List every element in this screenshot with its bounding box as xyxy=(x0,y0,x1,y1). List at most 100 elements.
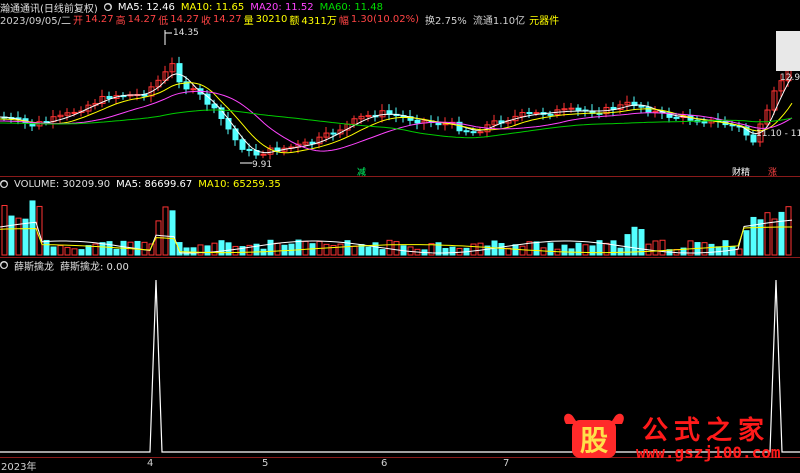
candle-body xyxy=(477,131,484,134)
volume-bar xyxy=(225,242,232,256)
watermark: 股 公式之家 www.gszj100.com xyxy=(560,410,800,462)
volume-bar xyxy=(71,248,78,256)
candle-body xyxy=(463,130,470,133)
volume-bar xyxy=(204,245,211,256)
right-range-label: 11.10 - 11.2 xyxy=(756,129,800,139)
volume-bar xyxy=(757,219,764,256)
volume-chart[interactable] xyxy=(0,191,800,257)
candle-body xyxy=(176,63,183,83)
watermark-url: www.gszj100.com xyxy=(636,443,781,462)
volume-bar xyxy=(561,244,568,256)
axis-tick-4: 4 xyxy=(147,458,154,469)
candle-body xyxy=(470,131,477,134)
limit-up-block xyxy=(776,31,800,71)
volume-bar xyxy=(729,246,736,256)
volume-bar xyxy=(295,239,302,256)
volume-bar xyxy=(337,243,344,256)
volume-bar xyxy=(575,242,582,256)
volume-bar xyxy=(582,244,589,256)
volume-bar xyxy=(603,242,610,256)
axis-tick-7: 7 xyxy=(503,458,510,469)
volume-bar xyxy=(169,210,176,256)
volume-bar xyxy=(22,218,29,256)
candle-body xyxy=(365,114,372,117)
candle-body xyxy=(645,106,652,113)
trough-price-label: 9.91 xyxy=(252,160,273,170)
candle-body xyxy=(330,132,337,135)
volume-bar xyxy=(64,246,71,256)
volume-bar xyxy=(162,206,169,256)
mascot-glyph: 股 xyxy=(580,424,608,457)
volume-bar xyxy=(386,239,393,256)
candlestick-chart[interactable] xyxy=(0,25,800,175)
volume-bar xyxy=(519,245,526,256)
change-value: 1.30(10.02%) xyxy=(350,13,420,25)
candle-body xyxy=(246,148,253,152)
volume-bar xyxy=(785,206,792,256)
candle-body xyxy=(435,122,442,126)
candle-body xyxy=(575,107,582,111)
candle-body xyxy=(673,116,680,119)
candle-body xyxy=(568,107,575,110)
ma10-line xyxy=(0,82,793,154)
volume-bar xyxy=(232,245,239,256)
volume-ma10-label: MA10: 65259.35 xyxy=(198,178,281,190)
volume-bar xyxy=(659,239,666,256)
candle-body xyxy=(190,88,197,91)
volume-ma10-line xyxy=(0,226,792,254)
candle-body xyxy=(260,153,267,156)
volume-bar xyxy=(771,218,778,256)
volume-bar xyxy=(274,242,281,256)
settings-icon[interactable]: ● xyxy=(0,261,8,269)
volume-bar xyxy=(750,216,757,256)
candle-body xyxy=(547,113,554,116)
volume-bar xyxy=(778,211,785,256)
volume-bar xyxy=(351,245,358,256)
axis-tick-5: 5 xyxy=(262,458,269,469)
volume-bar xyxy=(442,248,449,256)
volume-value: 30210 xyxy=(255,13,288,25)
volume-bar xyxy=(722,240,729,256)
candle-body xyxy=(71,111,78,114)
volume-bar xyxy=(43,239,50,256)
volume-bar xyxy=(470,243,477,256)
right-high-price-label: 12.97 xyxy=(780,73,800,83)
volume-bar xyxy=(267,239,274,256)
peak-price-label: 14.35 xyxy=(173,28,199,38)
settings-icon[interactable]: ● xyxy=(103,3,112,11)
volume-bar xyxy=(379,249,386,256)
settings-icon[interactable]: ● xyxy=(0,180,8,188)
volume-bar xyxy=(8,215,15,256)
volume-bar xyxy=(764,212,771,256)
volume-bar xyxy=(323,243,330,256)
volume-bar xyxy=(99,242,106,256)
volume-label: VOLUME: 30209.90 xyxy=(14,178,111,190)
close-value: 14.27 xyxy=(212,13,242,25)
candle-body xyxy=(225,117,232,130)
volume-bar xyxy=(1,205,8,256)
bull-mascot-icon: 股 xyxy=(564,413,624,458)
volume-bar xyxy=(652,240,659,256)
volume-bar xyxy=(372,242,379,256)
open-value: 14.27 xyxy=(85,13,114,25)
volume-bar xyxy=(589,245,596,256)
candle-body xyxy=(239,139,246,150)
ma10-label: MA10: 11.65 xyxy=(180,1,245,13)
volume-bar xyxy=(141,241,148,256)
volume-bar xyxy=(743,230,750,256)
volume-bar xyxy=(106,241,113,256)
volume-bar xyxy=(498,243,505,256)
volume-bar xyxy=(393,241,400,256)
volume-bar xyxy=(302,240,309,256)
candle-body xyxy=(526,112,533,115)
volume-ma5-label: MA5: 86699.67 xyxy=(116,178,193,190)
volume-bar xyxy=(288,243,295,256)
volume-bar xyxy=(92,243,99,256)
volume-bar xyxy=(29,200,36,256)
watermark-title: 公式之家 xyxy=(642,416,771,446)
volume-bar xyxy=(365,246,372,256)
volume-bar xyxy=(708,243,715,256)
volume-bar xyxy=(113,248,120,256)
volume-bar xyxy=(211,242,218,256)
volume-bar xyxy=(57,245,64,256)
